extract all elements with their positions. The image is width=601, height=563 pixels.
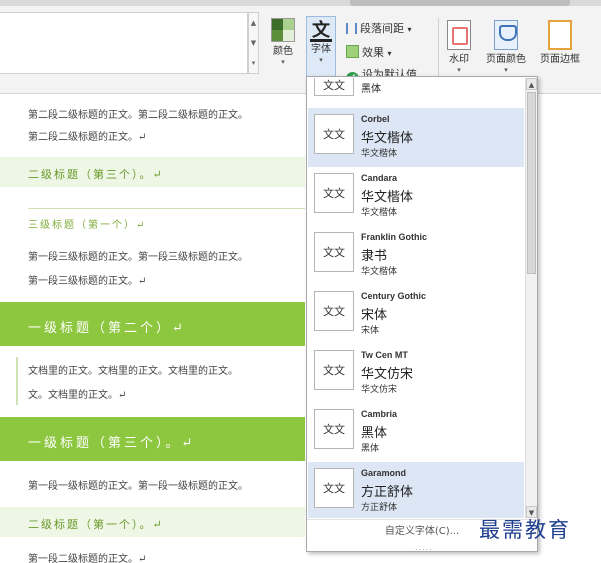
font-item[interactable]: 文文 Tw Cen MT 华文仿宋 华文仿宋 (308, 344, 524, 403)
scrollbar-thumb[interactable] (527, 92, 536, 274)
font-name-small: 华文楷体 (361, 149, 398, 159)
paragraph-spacing-button[interactable]: 段落间距 ▾ (346, 20, 412, 36)
swatch-cell (283, 19, 294, 30)
chevron-down-icon: ▾ (457, 66, 461, 74)
font-preview: 文文 (314, 78, 354, 96)
font-name-cn: 黑体 (361, 426, 388, 441)
color-swatch-icon (271, 18, 295, 42)
watermark-label: 水印 (449, 54, 469, 65)
font-button[interactable]: 文 字体 ▾ (306, 16, 336, 80)
font-preview: 文文 (314, 232, 354, 272)
color-button[interactable]: 颜色 ▾ (266, 18, 300, 78)
effect-label: 效果 (362, 46, 384, 59)
body-line: 第一段二级标题的正文。↵ (28, 554, 147, 563)
watermark-button[interactable]: 水印 ▾ (444, 20, 474, 76)
font-item[interactable]: 文文 Century Gothic 宋体 宋体 (308, 285, 524, 344)
font-list-scrollbar[interactable]: ▲ ▼ (525, 78, 537, 518)
font-name-latin: Franklin Gothic (361, 232, 428, 242)
swatch-cell (283, 30, 294, 41)
font-icon: 文 (310, 20, 332, 42)
page-color-button[interactable]: 页面颜色 ▾ (480, 20, 532, 76)
font-dropdown-panel: 文文 黑体 文文 Corbel 华文楷体 华文楷体 文文 Candara 华文楷… (306, 76, 538, 552)
font-name-latin: Century Gothic (361, 291, 427, 301)
gallery-more-icon[interactable]: ▾ (249, 53, 258, 73)
color-label: 颜色 (273, 46, 293, 57)
gallery-up-icon[interactable]: ▲ (249, 13, 258, 33)
swatch-cell (272, 19, 283, 30)
font-item[interactable]: 文文 Corbel 华文楷体 华文楷体 (308, 108, 524, 167)
font-preview: 文文 (314, 114, 354, 154)
font-name-small: 宋体 (361, 326, 380, 336)
font-name-latin: Garamond (361, 468, 407, 478)
font-name-small: 华文楷体 (361, 267, 398, 277)
font-item-heiti[interactable]: 文文 黑体 (308, 78, 524, 102)
chevron-down-icon: ▾ (319, 56, 323, 64)
page-color-label: 页面颜色 (486, 54, 526, 65)
font-preview: 文文 (314, 291, 354, 331)
body-line: 第一段一级标题的正文。第一段一级标题的正文。 (28, 481, 248, 492)
font-name-latin: Corbel (361, 114, 390, 124)
paragraph-spacing-label: 段落间距 (360, 22, 404, 35)
font-name-small: 黑体 (361, 444, 380, 454)
heading2-line: 二级标题（第三个）。↵ (28, 168, 164, 181)
font-name-cn: 隶书 (361, 249, 388, 264)
chevron-down-icon: ▾ (504, 66, 508, 74)
font-preview: 文文 (314, 409, 354, 449)
body-line: 文。文档里的正文。↵ (28, 390, 127, 401)
heading3-rule (28, 208, 305, 209)
font-label: 字体 (311, 44, 331, 55)
effect-button[interactable]: 效果 ▾ (346, 44, 392, 60)
font-item[interactable]: 文文 Garamond 方正舒体 方正舒体 (308, 462, 524, 518)
chevron-down-icon: ▾ (281, 58, 285, 66)
gallery-down-icon[interactable]: ▼ (249, 33, 258, 53)
watermark-logo: 最需教育 (479, 518, 571, 542)
heading1-line: 一级标题（第二个）↵ (28, 321, 186, 336)
font-name-small: 华文仿宋 (361, 385, 398, 395)
paragraph-spacing-icon (346, 23, 357, 34)
font-name-cn: 华文楷体 (361, 131, 414, 146)
page-border-button[interactable]: 页面边框 (534, 20, 586, 76)
body-line: 第一段三级标题的正文。↵ (28, 276, 147, 287)
font-preview: 文文 (314, 468, 354, 508)
font-name-cn: 宋体 (361, 308, 388, 323)
heading1-line: 一级标题（第三个）。↵ (28, 436, 196, 451)
font-item[interactable]: 文文 Candara 华文楷体 华文楷体 (308, 167, 524, 226)
body-margin-bar (16, 357, 18, 405)
font-name-latin: Tw Cen MT (361, 350, 408, 360)
page-border-icon (548, 20, 572, 50)
font-preview: 文文 (314, 173, 354, 213)
font-preview: 文文 (314, 350, 354, 390)
swatch-cell (272, 30, 283, 41)
body-line: 第一段三级标题的正文。第一段三级标题的正文。 (28, 252, 248, 263)
page-border-label: 页面边框 (540, 54, 580, 65)
font-name-cn: 方正舒体 (361, 485, 414, 500)
body-line: 第二段二级标题的正文。↵ (28, 132, 147, 143)
watermark-icon (447, 20, 471, 50)
resize-grip-icon[interactable]: ..... (415, 543, 433, 552)
effect-icon (346, 45, 359, 58)
heading2-line: 二级标题（第一个）。↵ (28, 518, 164, 531)
body-line: 文档里的正文。文档里的正文。文档里的正文。 (28, 366, 238, 377)
style-gallery-scroll[interactable]: ▲ ▼ ▾ (248, 12, 259, 74)
ribbon-separator (438, 18, 439, 80)
font-list[interactable]: 文文 黑体 文文 Corbel 华文楷体 华文楷体 文文 Candara 华文楷… (308, 78, 524, 518)
font-name-latin: Cambria (361, 409, 398, 419)
paint-bucket-icon (494, 20, 518, 50)
font-name-small: 华文楷体 (361, 208, 398, 218)
font-item[interactable]: 文文 Franklin Gothic 隶书 华文楷体 (308, 226, 524, 285)
style-gallery[interactable] (0, 12, 248, 74)
font-name-latin: Candara (361, 173, 398, 183)
font-item[interactable]: 文文 Cambria 黑体 黑体 (308, 403, 524, 462)
chevron-down-icon: ▾ (387, 49, 392, 58)
font-name-cn: 华文楷体 (361, 190, 414, 205)
scroll-up-icon[interactable]: ▲ (526, 78, 537, 90)
heading3-line: 三级标题（第一个）↵ (28, 220, 147, 231)
body-line: 第二段二级标题的正文。第二段二级标题的正文。 (28, 110, 248, 121)
chevron-down-icon: ▾ (407, 25, 412, 34)
font-name-cn: 华文仿宋 (361, 367, 414, 382)
font-name-small: 方正舒体 (361, 503, 398, 513)
font-name-cn: 黑体 (361, 84, 381, 95)
